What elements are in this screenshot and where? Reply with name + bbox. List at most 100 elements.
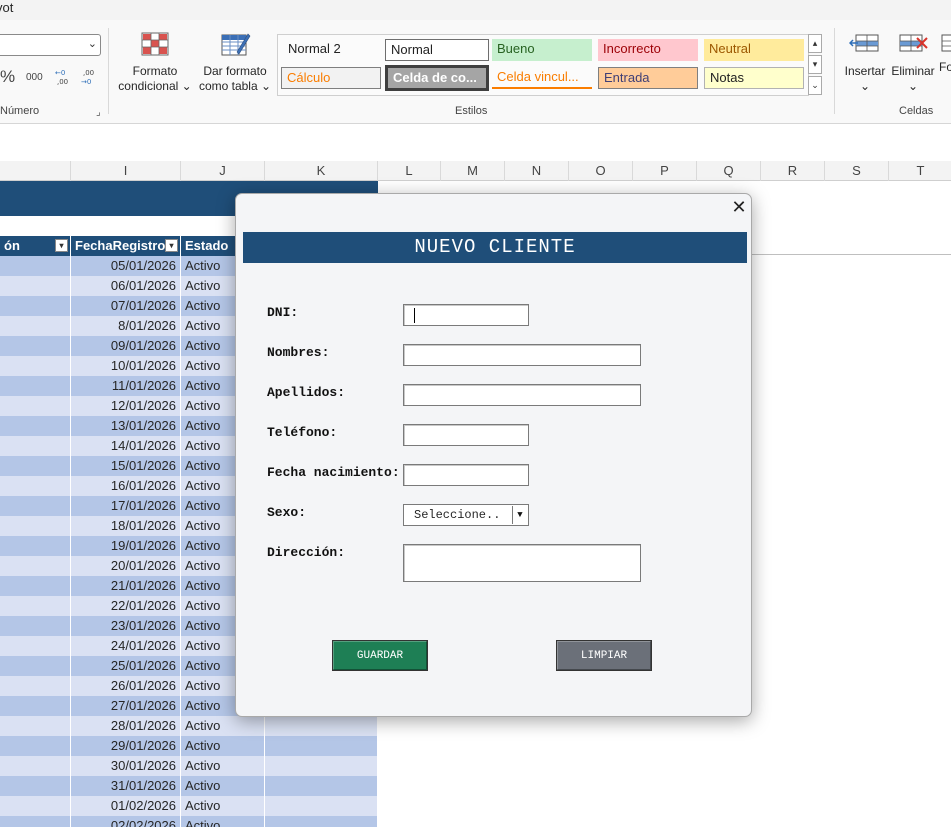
dni-input[interactable] (403, 304, 529, 326)
table-cell[interactable] (0, 616, 71, 636)
insert-button[interactable]: Insertar ⌄ (841, 30, 889, 94)
fecharegistro-cell[interactable]: 30/01/2026 (71, 756, 181, 776)
table-cell[interactable] (0, 796, 71, 816)
fecharegistro-cell[interactable]: 15/01/2026 (71, 456, 181, 476)
column-header[interactable]: Q (697, 161, 761, 181)
column-header[interactable]: I (71, 161, 181, 181)
fecha-nacimiento-input[interactable] (403, 464, 529, 486)
fecharegistro-cell[interactable]: 01/02/2026 (71, 796, 181, 816)
fecharegistro-cell[interactable]: 26/01/2026 (71, 676, 181, 696)
table-cell[interactable] (0, 516, 71, 536)
gallery-more-icon[interactable]: ⌄ (808, 76, 822, 95)
fecharegistro-cell[interactable]: 12/01/2026 (71, 396, 181, 416)
sexo-select[interactable]: Seleccione.. ▼ (403, 504, 529, 526)
column-header[interactable]: L (378, 161, 441, 181)
table-cell[interactable] (0, 556, 71, 576)
table-cell[interactable] (265, 736, 378, 756)
fecharegistro-cell[interactable]: 06/01/2026 (71, 276, 181, 296)
table-cell[interactable] (0, 496, 71, 516)
table-cell[interactable] (0, 256, 71, 276)
fecharegistro-cell[interactable]: 28/01/2026 (71, 716, 181, 736)
table-cell[interactable] (0, 276, 71, 296)
table-cell[interactable] (0, 756, 71, 776)
estado-cell[interactable]: Activo (181, 716, 265, 736)
table-cell[interactable] (265, 776, 378, 796)
cell-style-item[interactable]: Celda vincul... (492, 67, 592, 89)
cell-style-item[interactable]: Entrada (598, 67, 698, 89)
table-cell[interactable] (0, 436, 71, 456)
direccion-input[interactable] (403, 544, 641, 582)
cell-style-item[interactable]: Celda de co... (385, 65, 489, 91)
table-cell[interactable] (0, 296, 71, 316)
column-header[interactable]: N (505, 161, 569, 181)
cell-style-item[interactable]: Bueno (492, 39, 592, 61)
column-header[interactable]: M (441, 161, 505, 181)
table-cell[interactable] (0, 536, 71, 556)
fecharegistro-cell[interactable]: 09/01/2026 (71, 336, 181, 356)
table-cell[interactable] (265, 756, 378, 776)
header-cell[interactable]: ón ▾ (0, 236, 71, 256)
fecharegistro-cell[interactable]: 18/01/2026 (71, 516, 181, 536)
table-cell[interactable] (0, 716, 71, 736)
table-cell[interactable] (265, 716, 378, 736)
table-cell[interactable] (0, 736, 71, 756)
format-cells-button[interactable]: Fo (939, 30, 951, 75)
cell-style-item[interactable]: Notas (704, 67, 804, 89)
fecharegistro-cell[interactable]: 24/01/2026 (71, 636, 181, 656)
fecharegistro-cell[interactable]: 31/01/2026 (71, 776, 181, 796)
conditional-format-button[interactable]: Formato condicional ⌄ (115, 30, 195, 94)
table-cell[interactable] (0, 696, 71, 716)
column-header[interactable]: O (569, 161, 633, 181)
guardar-button[interactable]: GUARDAR (332, 640, 428, 671)
fecharegistro-cell[interactable]: 07/01/2026 (71, 296, 181, 316)
estado-cell[interactable]: Activo (181, 776, 265, 796)
telefono-input[interactable] (403, 424, 529, 446)
cell-style-item[interactable]: Incorrecto (598, 39, 698, 61)
table-cell[interactable] (265, 816, 378, 827)
table-cell[interactable] (0, 776, 71, 796)
estado-cell[interactable]: Activo (181, 816, 265, 827)
fecharegistro-cell[interactable]: 02/02/2026 (71, 816, 181, 827)
thousands-icon[interactable]: 000 (26, 66, 43, 88)
fecharegistro-cell[interactable]: 05/01/2026 (71, 256, 181, 276)
cell-style-item[interactable]: Normal 2 (283, 39, 383, 61)
number-format-select[interactable]: ⌄ (0, 34, 101, 56)
cell-style-item[interactable]: Neutral (704, 39, 804, 61)
fecharegistro-cell[interactable]: 13/01/2026 (71, 416, 181, 436)
ribbon-tab-partial[interactable]: vot (0, 0, 13, 15)
fecharegistro-cell[interactable]: 11/01/2026 (71, 376, 181, 396)
cell-style-item[interactable]: Normal (385, 39, 489, 61)
dialog-launcher-icon[interactable]: ⌟ (96, 107, 101, 118)
fecharegistro-cell[interactable]: 29/01/2026 (71, 736, 181, 756)
table-cell[interactable] (0, 596, 71, 616)
decrease-decimal-icon[interactable]: ,00 →0 (80, 66, 98, 88)
column-header[interactable]: R (761, 161, 825, 181)
table-cell[interactable] (0, 356, 71, 376)
apellidos-input[interactable] (403, 384, 641, 406)
fecharegistro-cell[interactable]: 17/01/2026 (71, 496, 181, 516)
fecharegistro-cell[interactable]: 14/01/2026 (71, 436, 181, 456)
table-cell[interactable] (0, 376, 71, 396)
filter-dropdown-icon[interactable]: ▾ (165, 239, 178, 252)
dropdown-arrow-icon[interactable]: ▼ (512, 506, 527, 524)
estado-cell[interactable]: Activo (181, 736, 265, 756)
table-cell[interactable] (0, 336, 71, 356)
fecharegistro-cell[interactable]: 21/01/2026 (71, 576, 181, 596)
fecharegistro-cell[interactable]: 23/01/2026 (71, 616, 181, 636)
close-icon[interactable]: ✕ (731, 198, 747, 216)
fecharegistro-cell[interactable]: 22/01/2026 (71, 596, 181, 616)
fecharegistro-cell[interactable]: 10/01/2026 (71, 356, 181, 376)
fecharegistro-cell[interactable]: 25/01/2026 (71, 656, 181, 676)
table-cell[interactable] (0, 816, 71, 827)
table-cell[interactable] (0, 476, 71, 496)
limpiar-button[interactable]: LIMPIAR (556, 640, 652, 671)
table-cell[interactable] (0, 456, 71, 476)
table-cell[interactable] (0, 656, 71, 676)
fecharegistro-cell[interactable]: 20/01/2026 (71, 556, 181, 576)
column-header[interactable]: P (633, 161, 697, 181)
column-header[interactable] (0, 161, 71, 181)
column-header[interactable]: K (265, 161, 378, 181)
column-header[interactable]: J (181, 161, 265, 181)
increase-decimal-icon[interactable]: ←0,00 (54, 66, 72, 88)
gallery-down-icon[interactable]: ▾ (808, 55, 822, 74)
